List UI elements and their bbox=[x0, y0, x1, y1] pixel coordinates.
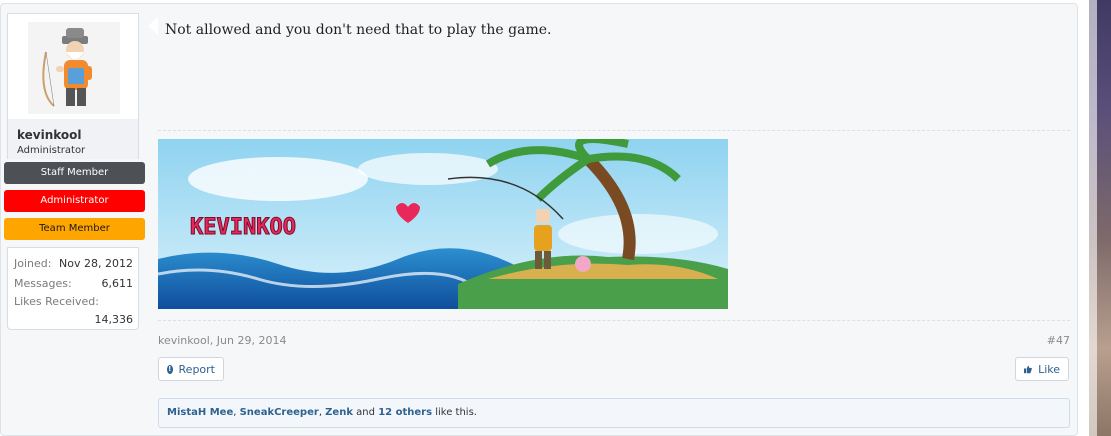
joined-label: Joined: bbox=[14, 257, 52, 270]
avatar[interactable] bbox=[28, 22, 120, 114]
avatar-fisherman-image bbox=[28, 22, 120, 114]
and-text: and bbox=[356, 407, 375, 418]
team-member-banner: Team Member bbox=[4, 218, 145, 240]
liker-link[interactable]: SneakCreeper bbox=[240, 407, 319, 418]
likes-received-value: 14,336 bbox=[94, 313, 134, 326]
post-author-date[interactable]: kevinkool, Jun 29, 2014 bbox=[158, 334, 286, 347]
joined-value: Nov 28, 2012 bbox=[59, 257, 133, 270]
messages-value[interactable]: 6,611 bbox=[102, 277, 134, 290]
meta-divider bbox=[158, 320, 1070, 321]
liker-link[interactable]: Zenk bbox=[325, 407, 353, 418]
username-link[interactable]: kevinkool bbox=[17, 128, 82, 142]
likes-received-label: Likes Received: bbox=[14, 295, 99, 308]
message-arrow bbox=[148, 17, 158, 35]
like-this-text: like this. bbox=[435, 407, 477, 418]
like-button[interactable]: Like bbox=[1015, 357, 1069, 381]
scroll-shadow bbox=[1089, 0, 1097, 436]
signature-banner: KEVINKOO bbox=[158, 139, 728, 309]
administrator-banner: Administrator bbox=[4, 190, 145, 212]
signature-divider bbox=[158, 130, 1070, 131]
staff-member-banner: Staff Member bbox=[4, 162, 145, 184]
signature-banner-image: KEVINKOO bbox=[158, 139, 728, 309]
post-permalink[interactable]: #47 bbox=[1047, 334, 1070, 347]
report-label: Report bbox=[178, 362, 215, 376]
info-icon: ! bbox=[167, 364, 173, 374]
thumbs-up-icon bbox=[1024, 365, 1032, 373]
messages-label: Messages: bbox=[14, 277, 72, 290]
signature-name-text: KEVINKOO bbox=[190, 215, 296, 240]
others-link[interactable]: 12 others bbox=[378, 407, 432, 418]
user-details: kevinkool Administrator bbox=[7, 119, 139, 159]
report-button[interactable]: ! Report bbox=[158, 357, 224, 381]
message-body: Not allowed and you don't need that to p… bbox=[165, 22, 552, 38]
liker-link[interactable]: MistaH Mee bbox=[167, 407, 233, 418]
user-stats: Joined: Nov 28, 2012 Messages: 6,611 Lik… bbox=[7, 247, 139, 330]
user-title: Administrator bbox=[17, 145, 86, 156]
like-label: Like bbox=[1038, 362, 1060, 376]
likes-summary: MistaH Mee, SneakCreeper, Zenk and 12 ot… bbox=[158, 398, 1070, 428]
avatar-container[interactable] bbox=[7, 13, 139, 119]
background-edge bbox=[1089, 0, 1111, 436]
